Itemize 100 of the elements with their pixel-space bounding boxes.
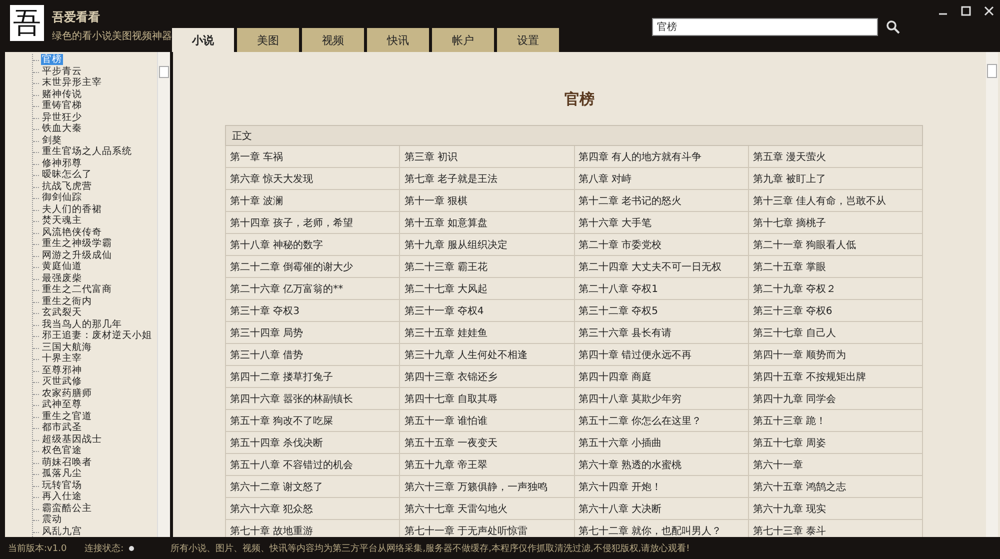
chapter-link[interactable]: 第七章 老子就是王法 <box>400 168 574 190</box>
tree-item[interactable]: 玩转官场 <box>41 480 83 490</box>
tree-item[interactable]: 重生官场之人品系统 <box>41 146 133 157</box>
chapter-link[interactable]: 第二十七章 大风起 <box>400 278 574 300</box>
chapter-link[interactable]: 第六十八章 大决断 <box>574 498 748 520</box>
tree-item[interactable]: 权色官途 <box>41 445 83 456</box>
tree-item[interactable]: 重生之衙内 <box>41 296 93 306</box>
chapter-link[interactable]: 第三章 初识 <box>400 146 574 168</box>
chapter-link[interactable]: 第六十章 熟透的水蜜桃 <box>574 454 748 476</box>
tree-item[interactable]: 暧昧怎么了 <box>41 169 93 180</box>
tab[interactable]: 美图 <box>237 28 299 52</box>
tab[interactable]: 小说 <box>172 28 234 52</box>
chapter-link[interactable]: 第二十九章 夺权２ <box>748 278 922 300</box>
tab[interactable]: 设置 <box>497 28 559 52</box>
chapter-link[interactable]: 第五章 漫天萤火 <box>748 146 922 168</box>
tree-item[interactable]: 再入仕途 <box>41 491 83 502</box>
chapter-link[interactable]: 第十章 波澜 <box>226 190 400 212</box>
chapter-link[interactable]: 第六章 惊天大发现 <box>226 168 400 190</box>
chapter-link[interactable]: 第二十二章 倒霉催的谢大少 <box>226 256 400 278</box>
tree-item[interactable]: 震动 <box>41 514 63 525</box>
tree-item[interactable]: 铁血大秦 <box>41 123 83 134</box>
chapter-link[interactable]: 第二十六章 亿万富翁的** <box>226 278 400 300</box>
tab[interactable]: 快讯 <box>367 28 429 52</box>
chapter-link[interactable]: 第三十五章 娃娃鱼 <box>400 322 574 344</box>
tree-item[interactable]: 御剑仙踪 <box>41 192 83 203</box>
chapter-link[interactable]: 第四十六章 嚣张的林副镇长 <box>226 388 400 410</box>
tree-item[interactable]: 重铸官梯 <box>41 100 83 111</box>
tree-item[interactable]: 三国大航海 <box>41 342 93 352</box>
chapter-link[interactable]: 第六十二章 谢文怒了 <box>226 476 400 498</box>
tree-item[interactable]: 至尊邪神 <box>41 364 83 376</box>
tree-item[interactable]: 邪王追妻：废材逆天小姐 <box>41 330 153 341</box>
chapter-link[interactable]: 第十一章 狠棋 <box>400 190 574 212</box>
tree-item[interactable]: 孤落凡尘 <box>41 468 83 479</box>
chapter-link[interactable]: 第三十九章 人生何处不相逢 <box>400 344 574 366</box>
chapter-link[interactable]: 第四十七章 自取其辱 <box>400 388 574 410</box>
chapter-link[interactable]: 第二十八章 夺权1 <box>574 278 748 300</box>
chapter-link[interactable]: 第五十九章 帝王翠 <box>400 454 574 476</box>
chapter-link[interactable]: 第二十三章 霸王花 <box>400 256 574 278</box>
chapter-link[interactable]: 第六十六章 犯众怒 <box>226 498 400 520</box>
tree-item[interactable]: 重生之神级学霸 <box>41 238 113 249</box>
chapter-link[interactable]: 第七十章 故地重游 <box>226 520 400 537</box>
tree-item[interactable]: 重生之二代富商 <box>41 284 113 295</box>
tree-item[interactable]: 十界主宰 <box>41 353 83 364</box>
tree-item[interactable]: 霸蛮酷公主 <box>41 502 93 514</box>
tree-item[interactable]: 最强废柴 <box>41 272 83 284</box>
chapter-link[interactable]: 第一章 车祸 <box>226 146 400 168</box>
tree-item[interactable]: 抗战飞虎营 <box>41 180 93 192</box>
tree-item[interactable]: 都市武圣 <box>41 422 83 433</box>
tree-item[interactable]: 风流艳侠传奇 <box>41 226 103 238</box>
tree-item[interactable]: 灭世武修 <box>41 376 83 387</box>
tree-item[interactable]: 异世狂少 <box>41 112 83 122</box>
chapter-link[interactable]: 第四十九章 同学会 <box>748 388 922 410</box>
tree-item[interactable]: 重生之官道 <box>41 410 93 422</box>
chapter-link[interactable]: 第三十一章 夺权4 <box>400 300 574 322</box>
chapter-link[interactable]: 第四十一章 顺势而为 <box>748 344 922 366</box>
chapter-link[interactable]: 第五十四章 杀伐决断 <box>226 432 400 454</box>
chapter-link[interactable]: 第五十五章 一夜变天 <box>400 432 574 454</box>
chapter-link[interactable]: 第十二章 老书记的怒火 <box>574 190 748 212</box>
chapter-link[interactable]: 第三十章 夺权3 <box>226 300 400 322</box>
chapter-link[interactable]: 第二十五章 掌眼 <box>748 256 922 278</box>
chapter-link[interactable]: 第三十八章 借势 <box>226 344 400 366</box>
chapter-link[interactable]: 第六十四章 开炮！ <box>574 476 748 498</box>
chapter-link[interactable]: 第二十四章 大丈夫不可一日无权 <box>574 256 748 278</box>
tree-item[interactable]: 萌妹召唤者 <box>41 456 93 468</box>
close-icon[interactable] <box>984 6 994 16</box>
chapter-link[interactable]: 第六十九章 现实 <box>748 498 922 520</box>
chapter-link[interactable]: 第四十八章 莫欺少年穷 <box>574 388 748 410</box>
tree-item[interactable]: 赌神传说 <box>41 88 83 100</box>
chapter-link[interactable]: 第八章 对峙 <box>574 168 748 190</box>
chapter-link[interactable]: 第十四章 孩子，老师，希望 <box>226 212 400 234</box>
chapter-link[interactable]: 第四十四章 商庭 <box>574 366 748 388</box>
tree-item[interactable]: 修神邪尊 <box>41 158 83 168</box>
tree-item[interactable]: 夫人们的香裙 <box>41 204 103 214</box>
search-icon[interactable] <box>886 20 900 34</box>
chapter-link[interactable]: 第五十三章 跪！ <box>748 410 922 432</box>
tree-item[interactable]: 玄武裂天 <box>41 307 83 318</box>
search-field[interactable]: 官榜 <box>652 18 878 36</box>
chapter-link[interactable]: 第五十二章 你怎么在这里？ <box>574 410 748 432</box>
tree-item[interactable]: 武神至尊 <box>41 399 83 410</box>
chapter-link[interactable]: 第五十章 狗改不了吃屎 <box>226 410 400 432</box>
chapter-link[interactable]: 第二十一章 狗眼看人低 <box>748 234 922 256</box>
tree-item[interactable]: 超级基因战士 <box>41 434 103 444</box>
chapter-link[interactable]: 第十五章 如意算盘 <box>400 212 574 234</box>
chapter-link[interactable]: 第十八章 神秘的数字 <box>226 234 400 256</box>
chapter-link[interactable]: 第三十二章 夺权5 <box>574 300 748 322</box>
chapter-link[interactable]: 第二十章 市委党校 <box>574 234 748 256</box>
chapter-link[interactable]: 第四十三章 衣锦还乡 <box>400 366 574 388</box>
tree-item[interactable]: 黄庭仙道 <box>41 261 83 272</box>
chapter-link[interactable]: 第三十三章 夺权6 <box>748 300 922 322</box>
chapter-link[interactable]: 第十六章 大手笔 <box>574 212 748 234</box>
chapter-link[interactable]: 第六十五章 鸿鹄之志 <box>748 476 922 498</box>
tree-item[interactable]: 我当鸟人的那几年 <box>41 318 123 330</box>
tree-item[interactable]: 风乱九宫 <box>41 526 83 536</box>
tab[interactable]: 视频 <box>302 28 364 52</box>
chapter-link[interactable]: 第六十三章 万籁俱静，一声独鸣 <box>400 476 574 498</box>
scrollbar[interactable] <box>157 52 170 537</box>
chapter-link[interactable]: 第六十一章 <box>748 454 922 476</box>
chapter-link[interactable]: 第五十八章 不容错过的机会 <box>226 454 400 476</box>
tab[interactable]: 帐户 <box>432 28 494 52</box>
tree-item[interactable]: 剑獒 <box>41 134 63 146</box>
